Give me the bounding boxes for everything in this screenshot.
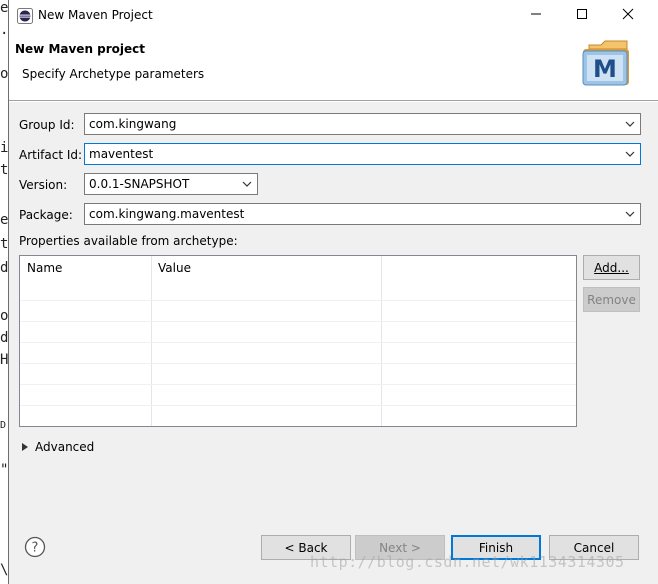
version-value: 0.0.1-SNAPSHOT bbox=[89, 177, 190, 191]
add-button-label: Add... bbox=[594, 260, 629, 275]
column-header-value[interactable]: Value bbox=[151, 256, 381, 280]
properties-section-label: Properties available from archetype: bbox=[19, 234, 238, 248]
properties-table[interactable]: Name Value bbox=[19, 255, 577, 427]
package-label: Package: bbox=[19, 208, 73, 222]
help-button[interactable]: ? bbox=[24, 536, 46, 561]
row-divider bbox=[20, 342, 576, 343]
minimize-button[interactable] bbox=[513, 0, 559, 31]
wizard-page-title: New Maven project bbox=[15, 42, 146, 56]
version-combo[interactable]: 0.0.1-SNAPSHOT bbox=[84, 173, 258, 195]
group-id-label: Group Id: bbox=[19, 118, 75, 132]
group-id-combo[interactable]: com.kingwang bbox=[84, 113, 641, 135]
add-property-button[interactable]: Add... bbox=[583, 255, 640, 280]
svg-text:?: ? bbox=[32, 541, 39, 556]
artifact-id-label: Artifact Id: bbox=[19, 148, 83, 162]
expand-arrow-icon bbox=[21, 440, 29, 454]
chevron-down-icon[interactable] bbox=[624, 148, 636, 160]
row-divider bbox=[20, 405, 576, 406]
artifact-id-value: maventest bbox=[89, 147, 154, 161]
remove-property-button[interactable]: Remove bbox=[583, 287, 640, 312]
column-divider bbox=[381, 256, 382, 426]
column-divider bbox=[151, 256, 152, 426]
window-title: New Maven Project bbox=[38, 8, 153, 22]
maximize-icon bbox=[576, 8, 588, 23]
help-icon: ? bbox=[24, 536, 46, 561]
maximize-button[interactable] bbox=[559, 0, 605, 31]
advanced-toggle[interactable]: Advanced bbox=[21, 440, 94, 454]
row-divider bbox=[20, 363, 576, 364]
remove-button-label: Remove bbox=[587, 292, 636, 307]
close-button[interactable] bbox=[605, 0, 651, 31]
column-header-name[interactable]: Name bbox=[20, 256, 151, 280]
version-label: Version: bbox=[19, 178, 68, 192]
new-maven-project-dialog: New Maven Project New Maven project Spec… bbox=[8, 0, 658, 584]
package-combo[interactable]: com.kingwang.maventest bbox=[84, 203, 641, 225]
wizard-page-description: Specify Archetype parameters bbox=[22, 67, 205, 81]
wizard-header: New Maven project Specify Archetype para… bbox=[9, 31, 658, 101]
logo-letter: M bbox=[593, 55, 617, 83]
group-id-value: com.kingwang bbox=[89, 117, 177, 131]
artifact-id-combo[interactable]: maventest bbox=[84, 143, 641, 165]
maven-logo-icon: M bbox=[581, 39, 633, 87]
package-value: com.kingwang.maventest bbox=[89, 207, 245, 221]
advanced-label: Advanced bbox=[35, 440, 95, 454]
chevron-down-icon[interactable] bbox=[624, 208, 636, 220]
row-divider bbox=[20, 384, 576, 385]
title-bar[interactable]: New Maven Project bbox=[9, 0, 658, 31]
minimize-icon bbox=[530, 8, 542, 23]
row-divider bbox=[20, 300, 576, 301]
row-divider bbox=[20, 321, 576, 322]
wizard-body: Group Id: com.kingwang Artifact Id: mave… bbox=[9, 102, 658, 522]
eclipse-icon bbox=[17, 8, 33, 24]
chevron-down-icon[interactable] bbox=[241, 178, 253, 190]
chevron-down-icon[interactable] bbox=[624, 118, 636, 130]
watermark-text: http://blog.csdn.net/wk1134314305 bbox=[310, 553, 625, 571]
close-icon bbox=[622, 8, 634, 23]
